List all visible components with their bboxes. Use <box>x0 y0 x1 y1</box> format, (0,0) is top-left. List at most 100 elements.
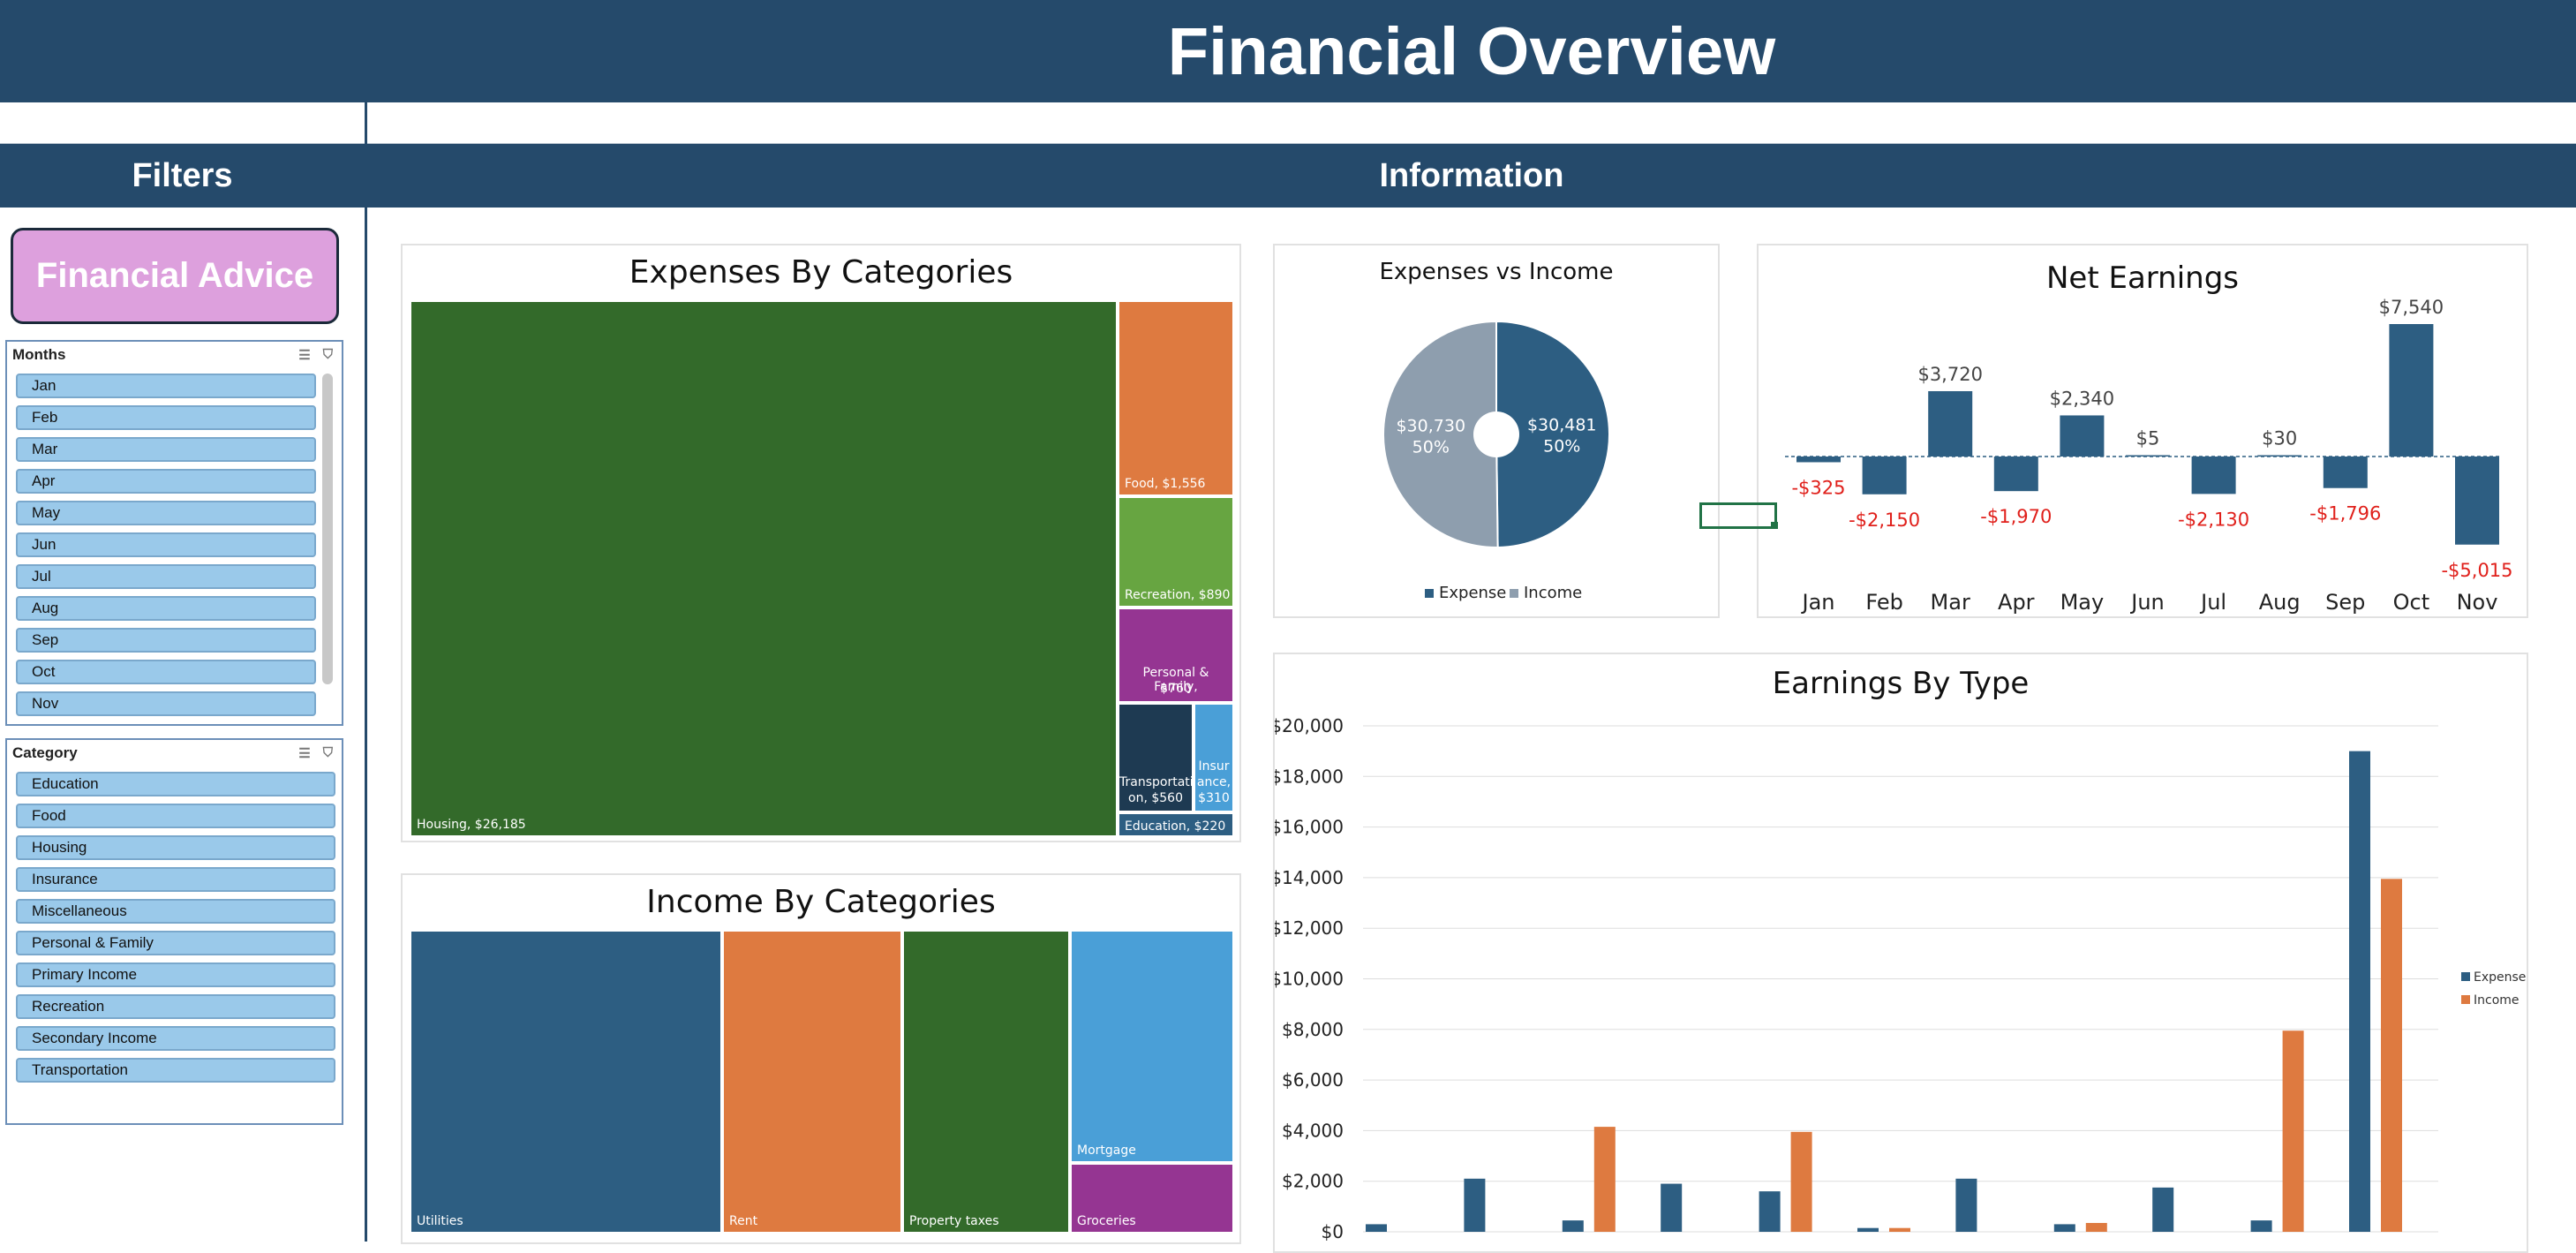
category-item-personal-family[interactable]: Personal & Family <box>16 931 335 955</box>
net-data-label: -$2,150 <box>1849 510 1920 531</box>
bar-income-10 <box>2282 1030 2304 1232</box>
treemap-tile-utilities[interactable]: Utilities <box>410 930 722 1234</box>
month-item-oct[interactable]: Oct <box>16 660 316 684</box>
treemap-tile-property-taxes[interactable]: Property taxes <box>902 930 1070 1234</box>
treemap-tile-recreation[interactable]: Recreation, $890 <box>1118 496 1234 608</box>
category-item-miscellaneous[interactable]: Miscellaneous <box>16 899 335 924</box>
months-slicer-title: Months <box>12 346 66 363</box>
net-x-tick: Feb <box>1865 590 1903 615</box>
pie-center-hole <box>1473 411 1519 457</box>
net-x-tick: Mar <box>1931 590 1970 615</box>
category-item-housing[interactable]: Housing <box>16 835 335 860</box>
y-tick-label: $4,000 <box>1282 1120 1344 1141</box>
treemap-tile-transportation[interactable]: Transportati on, $560 <box>1118 703 1194 812</box>
legend-swatch-expense <box>1425 589 1434 598</box>
net-x-tick: Sep <box>2325 590 2365 615</box>
treemap-tile-housing[interactable]: Housing, $26,185 <box>410 300 1118 837</box>
bar-expense-8 <box>2053 1224 2075 1232</box>
net-bar-may <box>2060 415 2105 457</box>
net-x-tick: Apr <box>1998 590 2035 615</box>
header-left-band <box>0 0 365 102</box>
bar-expense-7 <box>1955 1178 1977 1232</box>
month-item-jan[interactable]: Jan <box>16 374 316 398</box>
y-tick-label: $2,000 <box>1282 1171 1344 1192</box>
bar-income-11 <box>2381 879 2402 1232</box>
month-item-mar[interactable]: Mar <box>16 437 316 462</box>
income-treemap-title: Income By Categories <box>646 884 996 920</box>
month-item-apr[interactable]: Apr <box>16 469 316 494</box>
month-item-jun[interactable]: Jun <box>16 532 316 557</box>
treemap-label-personal-2: $760 <box>1160 682 1192 696</box>
category-item-education[interactable]: Education <box>16 772 335 796</box>
treemap-tile-rent[interactable]: Rent <box>722 930 902 1234</box>
y-tick-label: $14,000 <box>1275 867 1344 888</box>
treemap-label-housing: Housing, $26,185 <box>417 818 526 832</box>
net-data-label: $5 <box>2136 428 2160 449</box>
net-bar-jun <box>2126 455 2170 457</box>
month-item-aug[interactable]: Aug <box>16 596 316 621</box>
treemap-label-property: Property taxes <box>909 1214 999 1228</box>
legend-label-expense: Expense <box>2474 970 2526 985</box>
net-x-tick: Jul <box>2199 590 2226 615</box>
months-scrollbar[interactable] <box>322 374 333 684</box>
clear-filter-icon[interactable]: ⛉ <box>323 347 333 363</box>
legend-swatch-income <box>1510 589 1518 598</box>
earnings-by-type-title: Earnings By Type <box>1773 666 2030 701</box>
category-item-primary-income[interactable]: Primary Income <box>16 962 335 987</box>
category-item-recreation[interactable]: Recreation <box>16 994 335 1019</box>
treemap-tile-food[interactable]: Food, $1,556 <box>1118 300 1234 496</box>
month-item-nov[interactable]: Nov <box>16 691 316 716</box>
bar-expense-9 <box>2152 1187 2174 1232</box>
bar-expense-2 <box>1464 1178 1486 1232</box>
fill-handle[interactable] <box>1771 522 1778 529</box>
net-data-label: -$2,130 <box>2178 509 2249 530</box>
net-data-label: -$1,970 <box>1980 506 2052 527</box>
financial-advice-button[interactable]: Financial Advice <box>11 228 339 324</box>
expenses-treemap-card: Expenses By Categories Housing, $26,185 … <box>401 244 1241 842</box>
y-tick-label: $6,000 <box>1282 1069 1344 1091</box>
month-item-feb[interactable]: Feb <box>16 405 316 430</box>
pie-chart: Expenses vs Income $30,481 50% $30,730 50% Ex… <box>1379 259 1613 602</box>
category-item-food[interactable]: Food <box>16 804 335 828</box>
category-slicer: Category ☰ ⛉ Education Food Housing Insuran… <box>5 738 343 1125</box>
y-tick-label: $18,000 <box>1275 766 1344 787</box>
net-bar-sep <box>2323 457 2368 488</box>
category-item-insurance[interactable]: Insurance <box>16 867 335 892</box>
clear-filter-icon[interactable]: ⛉ <box>323 745 333 761</box>
treemap-label-rent: Rent <box>729 1214 758 1228</box>
treemap-label-transport-1: Transportati <box>1119 775 1194 789</box>
net-x-tick: Jan <box>1801 590 1835 615</box>
treemap-label-utilities: Utilities <box>417 1214 463 1228</box>
category-item-transportation[interactable]: Transportation <box>16 1058 335 1083</box>
treemap-tile-personal-family[interactable]: Personal & Family, $760 <box>1118 608 1234 703</box>
treemap-tile-mortgage[interactable]: Mortgage <box>1070 930 1234 1163</box>
month-item-may[interactable]: May <box>16 501 316 525</box>
treemap-tile-education[interactable]: Education, $220 <box>1118 812 1234 837</box>
legend-label-income: Income <box>2474 993 2520 1008</box>
treemap-label-insurance-1: Insur <box>1198 759 1230 774</box>
multi-select-icon[interactable]: ☰ <box>298 745 310 761</box>
legend-label-expense: Expense <box>1439 584 1506 602</box>
month-item-jul[interactable]: Jul <box>16 564 316 589</box>
y-tick-label: $12,000 <box>1275 917 1344 939</box>
pie-title: Expenses vs Income <box>1379 259 1613 285</box>
bar-expense-4 <box>1661 1183 1683 1232</box>
treemap-label-food: Food, $1,556 <box>1125 477 1206 491</box>
treemap-tile-insurance[interactable]: Insur ance, $310 <box>1194 703 1234 812</box>
category-slicer-title: Category <box>12 744 78 761</box>
month-item-sep[interactable]: Sep <box>16 628 316 653</box>
treemap-label-education: Education, $220 <box>1125 819 1226 834</box>
multi-select-icon[interactable]: ☰ <box>298 347 310 363</box>
net-bar-nov <box>2455 457 2499 545</box>
net-x-tick: Jun <box>2129 590 2165 615</box>
selected-cell[interactable] <box>1699 502 1777 529</box>
category-item-secondary-income[interactable]: Secondary Income <box>16 1026 335 1051</box>
expenses-vs-income-card: Expenses vs Income $30,481 50% $30,730 50% Ex… <box>1273 244 1720 618</box>
net-data-label: -$325 <box>1791 477 1845 498</box>
net-bar-apr <box>1993 457 2038 492</box>
y-tick-label: $10,000 <box>1275 969 1344 990</box>
bar-expense-1 <box>1366 1224 1387 1232</box>
treemap-tile-groceries[interactable]: Groceries <box>1070 1163 1234 1234</box>
net-x-tick: Oct <box>2393 590 2430 615</box>
treemap-label-transport-2: on, $560 <box>1128 791 1183 805</box>
